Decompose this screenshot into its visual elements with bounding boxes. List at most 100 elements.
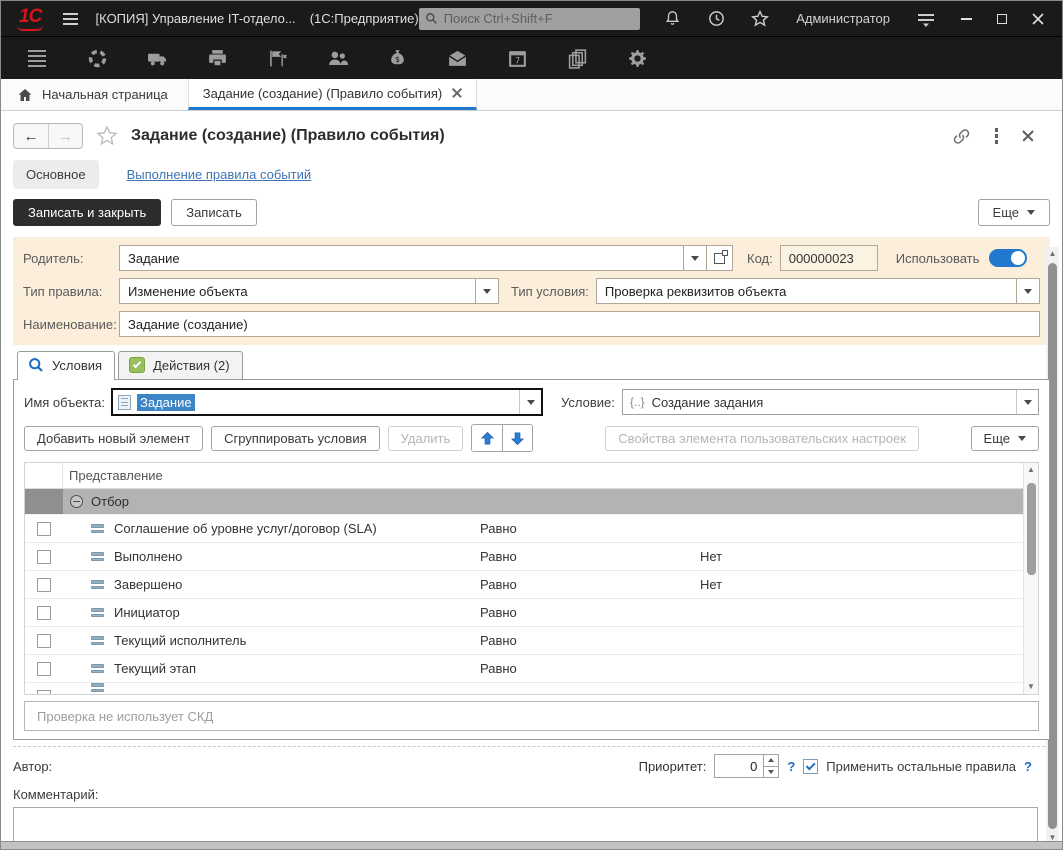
collapse-icon[interactable]: [70, 495, 83, 508]
rule-type-dropdown-button[interactable]: [475, 279, 498, 303]
section-money-button[interactable]: $: [385, 46, 409, 70]
history-button[interactable]: [704, 7, 728, 31]
code-label: Код:: [747, 251, 773, 266]
row-checkbox[interactable]: [37, 550, 51, 564]
author-label: Автор:: [13, 759, 52, 774]
table-row[interactable]: Соглашение об уровне услуг/договор (SLA)…: [25, 515, 1038, 543]
functions-menu-button[interactable]: [25, 46, 49, 70]
condition-type-combobox[interactable]: Проверка реквизитов объекта: [596, 278, 1040, 304]
horizontal-scrollbar[interactable]: [1, 841, 1062, 849]
section-calendar-button[interactable]: 7: [505, 46, 529, 70]
object-name-combobox[interactable]: Задание: [111, 388, 543, 416]
table-row[interactable]: Инициатор Равно: [25, 599, 1038, 627]
nav-tab-main[interactable]: Основное: [13, 160, 99, 189]
scroll-thumb[interactable]: [1027, 483, 1036, 575]
spin-up-button[interactable]: [764, 755, 778, 766]
row-checkbox[interactable]: [37, 634, 51, 648]
add-element-button[interactable]: Добавить новый элемент: [24, 426, 203, 451]
minimize-button[interactable]: [952, 7, 980, 31]
more-actions-button[interactable]: Еще: [978, 199, 1050, 226]
service-menu-button[interactable]: [914, 7, 938, 31]
settings-button[interactable]: [625, 46, 649, 70]
move-down-button[interactable]: [502, 425, 532, 451]
row-checkbox[interactable]: [37, 690, 51, 694]
scroll-down-icon[interactable]: ▼: [1027, 680, 1035, 694]
condition-type-dropdown-button[interactable]: [1016, 279, 1039, 303]
condition-type-label: Тип условия:: [511, 284, 589, 299]
parent-dropdown-button[interactable]: [683, 246, 706, 270]
parent-combobox[interactable]: Задание: [119, 245, 733, 271]
scroll-up-icon[interactable]: ▲: [1027, 463, 1035, 477]
row-checkbox[interactable]: [37, 578, 51, 592]
condition-dropdown-button[interactable]: [1016, 390, 1038, 414]
notifications-button[interactable]: [660, 7, 684, 31]
table-row-partial[interactable]: [25, 683, 1038, 694]
priority-help-icon[interactable]: ?: [787, 759, 795, 774]
save-button[interactable]: Записать: [171, 199, 257, 226]
user-settings-props-button[interactable]: Свойства элемента пользовательских настр…: [605, 426, 919, 451]
table-group-row[interactable]: Отбор: [25, 489, 1038, 515]
table-row[interactable]: Выполнено Равно Нет: [25, 543, 1038, 571]
maximize-button[interactable]: [988, 7, 1016, 31]
user-name[interactable]: Администратор: [796, 11, 890, 26]
condition-operator: Равно: [480, 605, 700, 620]
parent-open-button[interactable]: [706, 246, 732, 270]
global-search-input[interactable]: Поиск Ctrl+Shift+F: [419, 8, 641, 30]
tab-home[interactable]: Начальная страница: [1, 79, 188, 110]
name-input[interactable]: Задание (создание): [119, 311, 1040, 337]
window-titlebar: 1С [КОПИЯ] Управление IT-отдело... (1С:П…: [1, 1, 1062, 37]
table-row[interactable]: Текущий исполнитель Равно: [25, 627, 1038, 655]
table-scrollbar[interactable]: ▲ ▼: [1023, 463, 1038, 694]
mail-icon: [447, 48, 468, 69]
section-documents-button[interactable]: [565, 46, 589, 70]
favorite-star-icon[interactable]: [95, 124, 119, 148]
printer-icon: [207, 48, 228, 69]
skd-note-field[interactable]: Проверка не использует СКД: [24, 701, 1039, 731]
conditions-more-button[interactable]: Еще: [971, 426, 1039, 451]
forward-button[interactable]: →: [48, 124, 82, 148]
rule-type-combobox[interactable]: Изменение объекта: [119, 278, 499, 304]
object-name-label: Имя объекта:: [24, 395, 105, 410]
more-menu-icon[interactable]: [995, 128, 999, 144]
apply-other-checkbox[interactable]: [803, 759, 818, 774]
section-mail-button[interactable]: [445, 46, 469, 70]
spin-down-button[interactable]: [764, 766, 778, 778]
main-menu-icon[interactable]: [63, 13, 77, 25]
copy-link-icon[interactable]: [952, 127, 971, 146]
condition-item-icon: [91, 552, 104, 561]
table-row[interactable]: Текущий этап Равно: [25, 655, 1038, 683]
row-checkbox[interactable]: [37, 662, 51, 676]
nav-link-rule-execution[interactable]: Выполнение правила событий: [127, 167, 312, 182]
row-checkbox[interactable]: [37, 522, 51, 536]
row-checkbox[interactable]: [37, 606, 51, 620]
object-name-dropdown-button[interactable]: [519, 390, 541, 414]
form-scroll-up-icon[interactable]: ▲: [1049, 247, 1057, 261]
parent-label: Родитель:: [23, 251, 119, 266]
back-button[interactable]: ←: [14, 124, 48, 148]
section-staff-button[interactable]: [325, 46, 349, 70]
favorites-button[interactable]: [748, 7, 772, 31]
tab-actions[interactable]: Действия (2): [118, 351, 242, 379]
priority-spinner[interactable]: 0: [714, 754, 779, 778]
priority-value: 0: [715, 755, 763, 777]
tab-document[interactable]: Задание (создание) (Правило события): [188, 79, 477, 110]
tab-close-icon[interactable]: [452, 88, 462, 98]
group-conditions-button[interactable]: Сгруппировать условия: [211, 426, 380, 451]
save-close-button[interactable]: Записать и закрыть: [13, 199, 161, 226]
table-row[interactable]: Завершено Равно Нет: [25, 571, 1038, 599]
move-up-button[interactable]: [472, 425, 502, 451]
use-toggle[interactable]: [989, 249, 1027, 267]
close-form-icon[interactable]: [1022, 130, 1034, 142]
group-row-label: Отбор: [91, 494, 129, 509]
section-monitoring-button[interactable]: [85, 46, 109, 70]
condition-combobox[interactable]: {..} Создание задания: [622, 389, 1039, 415]
section-divider: [13, 746, 1050, 747]
section-marketing-button[interactable]: [265, 46, 289, 70]
code-field[interactable]: 000000023: [780, 245, 878, 271]
tab-conditions[interactable]: Условия: [17, 351, 115, 380]
section-logistics-button[interactable]: [145, 46, 169, 70]
delete-button[interactable]: Удалить: [388, 426, 464, 451]
section-print-button[interactable]: [205, 46, 229, 70]
apply-other-help-icon[interactable]: ?: [1024, 759, 1032, 774]
close-window-button[interactable]: [1024, 7, 1052, 31]
